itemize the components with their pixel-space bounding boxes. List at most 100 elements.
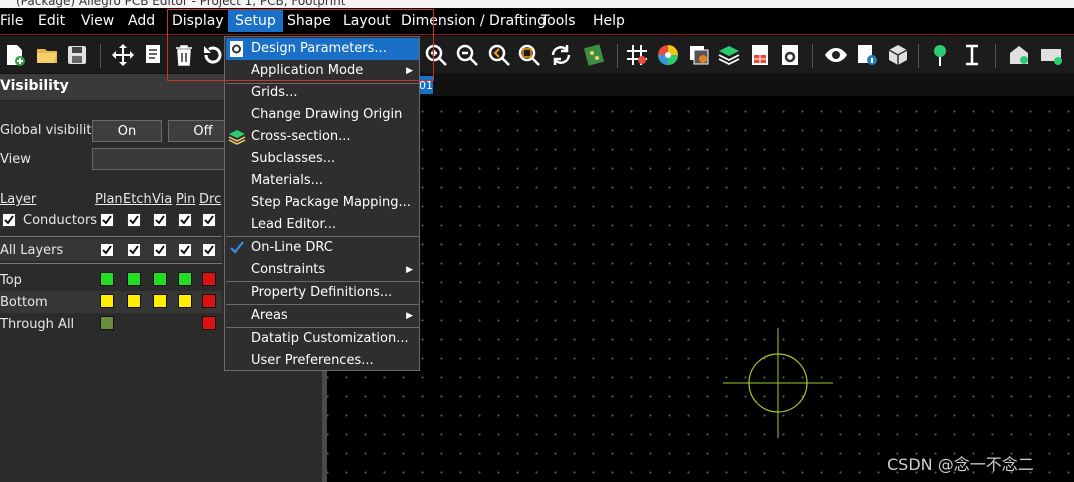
conductors-etch-checkbox[interactable] bbox=[127, 213, 141, 227]
zoom-in-icon[interactable] bbox=[423, 42, 449, 68]
layer-top-plan-swatch[interactable] bbox=[100, 272, 114, 286]
layer-bottom-plan-swatch[interactable] bbox=[100, 294, 114, 308]
menu-online-drc[interactable]: On-Line DRC bbox=[226, 237, 419, 259]
window-title-bar: (Package) Allegro PCB Editor - Project 1… bbox=[0, 0, 1074, 8]
menu-shape[interactable]: Shape bbox=[287, 13, 331, 29]
layer-column-header: Layer bbox=[0, 192, 37, 207]
menu-design-parameters[interactable]: Design Parameters... bbox=[226, 38, 419, 60]
menu-step-package-mapping[interactable]: Step Package Mapping... bbox=[226, 192, 419, 214]
layer-top-etch-swatch[interactable] bbox=[127, 272, 141, 286]
all-layers-drc-checkbox[interactable] bbox=[202, 243, 216, 257]
menu-file[interactable]: File bbox=[0, 13, 23, 29]
menu-tools[interactable]: Tools bbox=[541, 13, 576, 29]
zoom-out-icon[interactable] bbox=[454, 42, 480, 68]
menu-cross-section[interactable]: Cross-section... bbox=[226, 126, 419, 148]
menu-datatip-customization[interactable]: Datatip Customization... bbox=[226, 328, 419, 350]
setup-menu-dropdown: Design Parameters... Application Mode ▶ … bbox=[224, 36, 420, 371]
conductors-drc-checkbox[interactable] bbox=[202, 213, 216, 227]
via-column-header: Via bbox=[152, 192, 173, 207]
layer-through-all-plan-swatch[interactable] bbox=[100, 316, 114, 330]
dimension-icon[interactable] bbox=[959, 42, 985, 68]
menu-help[interactable]: Help bbox=[593, 13, 625, 29]
menu-item-label: Change Drawing Origin bbox=[251, 107, 403, 122]
menu-property-definitions[interactable]: Property Definitions... bbox=[226, 282, 419, 304]
refresh-icon[interactable] bbox=[548, 42, 574, 68]
global-visibility-label: Global visibility bbox=[0, 123, 100, 138]
conductors-plan-checkbox[interactable] bbox=[100, 213, 114, 227]
layers-icon[interactable] bbox=[716, 42, 742, 68]
conductors-checkbox[interactable] bbox=[2, 213, 16, 227]
rectangle-icon[interactable] bbox=[1038, 42, 1064, 68]
toolbar-divider bbox=[995, 44, 996, 68]
settings-doc-icon[interactable] bbox=[777, 42, 803, 68]
zoom-fit-icon[interactable] bbox=[516, 42, 542, 68]
toolbar-divider bbox=[100, 44, 101, 68]
board-icon[interactable] bbox=[581, 42, 607, 68]
menu-item-label: Datatip Customization... bbox=[251, 331, 409, 346]
global-on-button[interactable]: On bbox=[92, 120, 162, 142]
menu-item-label: Property Definitions... bbox=[251, 285, 393, 300]
menu-areas[interactable]: Areas ▶ bbox=[226, 305, 419, 327]
view-select[interactable] bbox=[92, 148, 238, 170]
design-canvas[interactable] bbox=[327, 96, 1074, 482]
delete-icon[interactable] bbox=[171, 42, 197, 68]
menu-display[interactable]: Display bbox=[172, 13, 224, 29]
menu-constraints[interactable]: Constraints ▶ bbox=[226, 259, 419, 281]
menu-item-label: Design Parameters... bbox=[251, 41, 387, 56]
all-layers-plan-checkbox[interactable] bbox=[100, 243, 114, 257]
menu-view[interactable]: View bbox=[81, 13, 114, 29]
layers-stack-icon bbox=[228, 130, 246, 145]
open-folder-icon[interactable] bbox=[34, 42, 60, 68]
conductors-label: Conductors bbox=[23, 213, 98, 228]
info-doc-icon[interactable] bbox=[854, 42, 880, 68]
grid-icon[interactable] bbox=[624, 42, 650, 68]
all-layers-pin-checkbox[interactable] bbox=[178, 243, 192, 257]
color-wheel-icon[interactable] bbox=[655, 42, 681, 68]
layer-through-all-label: Through All bbox=[0, 317, 75, 332]
new-icon[interactable] bbox=[2, 42, 28, 68]
layer-bottom-via-swatch[interactable] bbox=[153, 294, 167, 308]
move-icon[interactable] bbox=[110, 42, 136, 68]
pin-icon[interactable] bbox=[927, 42, 953, 68]
undo-icon[interactable] bbox=[200, 42, 226, 68]
layer-top-via-swatch[interactable] bbox=[153, 272, 167, 286]
pin-column-header: Pin bbox=[176, 192, 196, 207]
menu-edit[interactable]: Edit bbox=[38, 13, 65, 29]
menu-lead-editor[interactable]: Lead Editor... bbox=[226, 214, 419, 236]
layer-bottom-drc-swatch[interactable] bbox=[202, 294, 216, 308]
menu-dimension-drafting[interactable]: Dimension / Drafting bbox=[401, 13, 546, 29]
all-layers-via-checkbox[interactable] bbox=[153, 243, 167, 257]
all-layers-etch-checkbox[interactable] bbox=[127, 243, 141, 257]
drc-column-header: Drc bbox=[199, 192, 222, 207]
layer-through-all-drc-swatch[interactable] bbox=[202, 316, 216, 330]
layer-bottom-pin-swatch[interactable] bbox=[178, 294, 192, 308]
menu-materials[interactable]: Materials... bbox=[226, 170, 419, 192]
3d-box-icon[interactable] bbox=[885, 42, 911, 68]
pad-icon[interactable] bbox=[1006, 42, 1032, 68]
shadow-icon[interactable] bbox=[686, 42, 712, 68]
menu-application-mode[interactable]: Application Mode ▶ bbox=[226, 60, 419, 82]
menu-add[interactable]: Add bbox=[128, 13, 155, 29]
menu-change-drawing-origin[interactable]: Change Drawing Origin bbox=[226, 104, 419, 126]
layer-top-drc-swatch[interactable] bbox=[202, 272, 216, 286]
menu-item-label: Areas bbox=[251, 308, 288, 323]
layer-bottom-etch-swatch[interactable] bbox=[127, 294, 141, 308]
panel-title: Visibility bbox=[0, 78, 69, 94]
menu-layout[interactable]: Layout bbox=[343, 13, 391, 29]
menu-subclasses[interactable]: Subclasses... bbox=[226, 148, 419, 170]
menu-item-label: Cross-section... bbox=[251, 129, 351, 144]
conductors-pin-checkbox[interactable] bbox=[178, 213, 192, 227]
save-icon[interactable] bbox=[64, 42, 90, 68]
eye-icon[interactable] bbox=[823, 42, 849, 68]
menu-user-preferences[interactable]: User Preferences... bbox=[226, 350, 419, 372]
layer-top-pin-swatch[interactable] bbox=[178, 272, 192, 286]
canvas-tab[interactable]: 01 bbox=[419, 76, 433, 94]
watermark: CSDN @念一不念二 bbox=[887, 455, 1034, 474]
menu-setup[interactable]: Setup bbox=[228, 10, 283, 32]
menu-grids[interactable]: Grids... bbox=[226, 82, 419, 104]
spreadsheet-icon[interactable] bbox=[747, 42, 773, 68]
zoom-previous-icon[interactable] bbox=[486, 42, 512, 68]
conductors-via-checkbox[interactable] bbox=[153, 213, 167, 227]
window-title: (Package) Allegro PCB Editor - Project 1… bbox=[16, 0, 346, 8]
copy-icon[interactable] bbox=[140, 42, 166, 68]
